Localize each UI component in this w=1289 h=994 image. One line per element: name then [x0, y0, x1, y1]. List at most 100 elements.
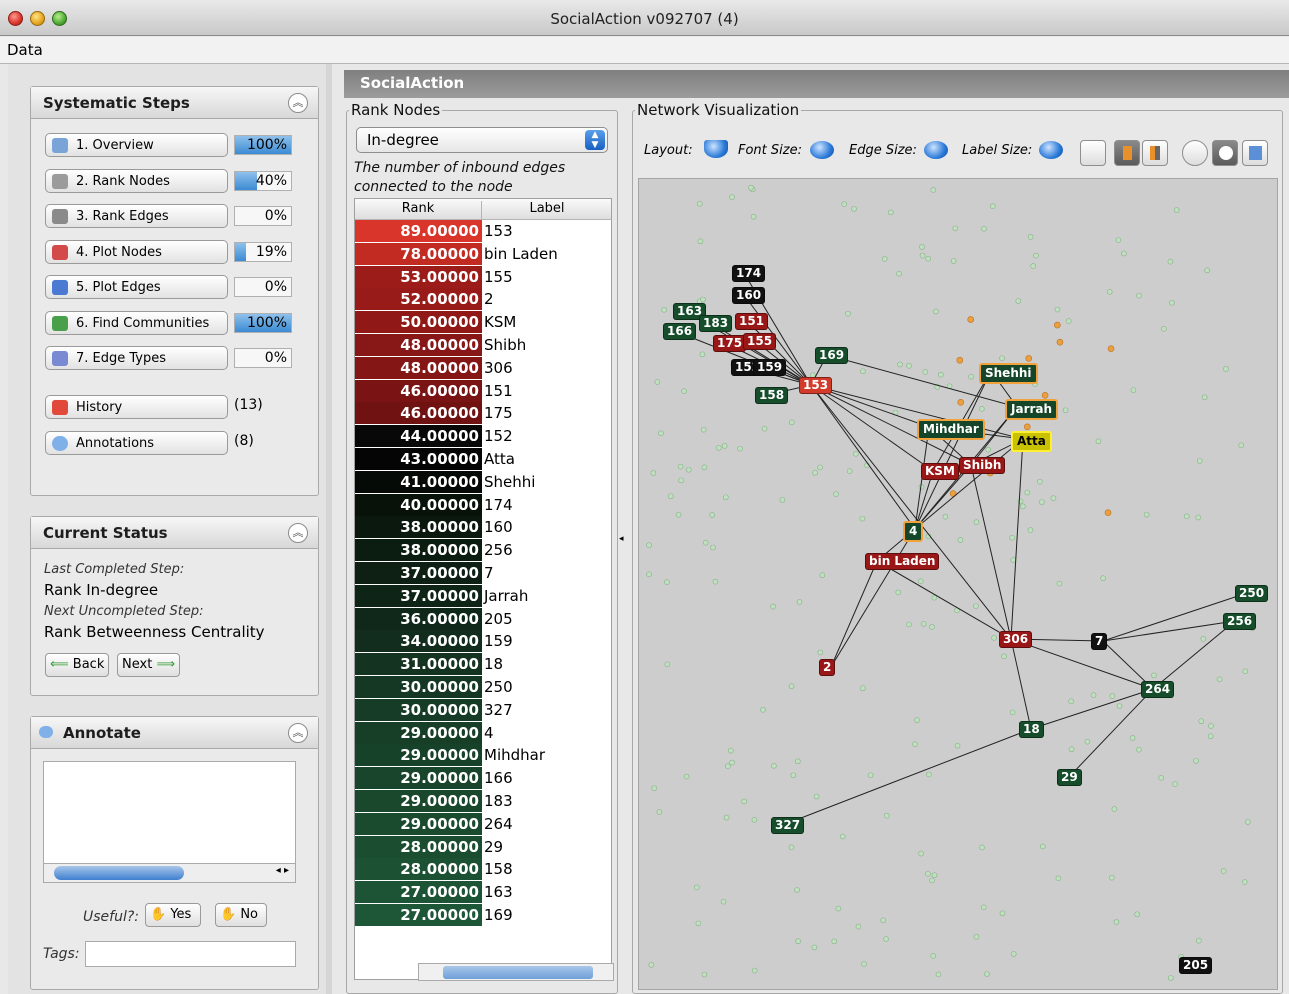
export-icon[interactable] [1242, 140, 1268, 166]
network-node-label[interactable]: 155 [743, 333, 777, 350]
annotations-button[interactable]: Annotations [45, 431, 228, 455]
network-node-dot [1033, 252, 1039, 259]
table-row[interactable]: 29.00000 264 [355, 812, 611, 836]
collapse-icon[interactable]: ︽ [288, 523, 308, 543]
network-node-label[interactable]: 183 [699, 315, 733, 332]
network-node-label[interactable]: 7 [1091, 633, 1108, 650]
tags-input[interactable] [85, 941, 296, 967]
table-row[interactable]: 31.00000 18 [355, 653, 611, 676]
table-row[interactable]: 48.00000 306 [355, 356, 611, 380]
annotation-scrollbar[interactable]: ◂ ▸ [43, 863, 296, 883]
orange-mode-icon[interactable] [1114, 140, 1140, 166]
step-button[interactable]: 4. Plot Nodes [45, 239, 228, 264]
table-row[interactable]: 89.00000 153 [355, 220, 611, 243]
edge-size-slider[interactable] [924, 141, 948, 159]
table-row[interactable]: 46.00000 151 [355, 379, 611, 403]
table-row[interactable]: 29.00000 4 [355, 721, 611, 745]
table-row[interactable]: 27.00000 169 [355, 903, 611, 927]
network-node-label[interactable]: 159 [753, 359, 787, 376]
network-node-label[interactable]: 169 [815, 347, 849, 364]
back-button[interactable]: ⟸ Back [45, 653, 110, 677]
table-row[interactable]: 30.00000 250 [355, 675, 611, 699]
col-label[interactable]: Label [483, 201, 611, 216]
pause-icon[interactable] [1212, 140, 1238, 166]
network-node-label[interactable]: KSM [921, 463, 959, 480]
collapse-arrow-icon[interactable]: ◂ [619, 534, 624, 544]
network-node-label[interactable]: 327 [771, 817, 805, 834]
network-node-label[interactable]: 306 [999, 631, 1033, 648]
table-row[interactable]: 27.00000 163 [355, 881, 611, 904]
network-node-label[interactable]: Shibh [959, 457, 1006, 474]
history-button[interactable]: History [45, 395, 228, 419]
step-button[interactable]: 6. Find Communities [45, 310, 228, 335]
step-button[interactable]: 5. Plot Edges [45, 275, 228, 299]
collapse-icon[interactable]: ︽ [288, 93, 308, 113]
network-node-dot [1090, 692, 1097, 698]
table-row[interactable]: 41.00000 Shehhi [355, 470, 611, 494]
network-node-label[interactable]: 151 [735, 313, 769, 330]
blank-page-icon[interactable] [1080, 140, 1106, 166]
network-node-label[interactable]: 18 [1019, 721, 1044, 738]
table-row[interactable]: 52.00000 2 [355, 288, 611, 311]
table-row[interactable]: 29.00000 166 [355, 767, 611, 790]
network-node-label[interactable]: 205 [1179, 957, 1213, 974]
network-node-label[interactable]: 158 [755, 387, 789, 404]
no-button[interactable]: ✋ No [215, 903, 267, 927]
network-node-label[interactable]: Jarrah [1005, 399, 1059, 420]
network-node-label[interactable]: Shehhi [979, 363, 1038, 384]
network-node-label[interactable]: 250 [1235, 585, 1269, 602]
table-row[interactable]: 78.00000 bin Laden [355, 242, 611, 266]
network-node-label[interactable]: Atta [1011, 431, 1052, 452]
network-node-label[interactable]: 4 [903, 521, 924, 542]
yes-button[interactable]: ✋ Yes [145, 903, 201, 927]
table-row[interactable]: 48.00000 Shibh [355, 333, 611, 357]
network-node-label[interactable]: 29 [1057, 769, 1082, 786]
font-size-slider[interactable] [810, 141, 834, 159]
step-button[interactable]: 2. Rank Nodes [45, 168, 228, 193]
play-icon[interactable] [1182, 140, 1208, 166]
table-row[interactable]: 43.00000 Atta [355, 447, 611, 471]
table-horizontal-scrollbar[interactable] [418, 963, 614, 981]
network-node-label[interactable]: 174 [732, 265, 766, 282]
table-row[interactable]: 30.00000 327 [355, 698, 611, 722]
table-row[interactable]: 46.00000 175 [355, 402, 611, 425]
network-node-dot [1030, 263, 1036, 269]
table-row[interactable]: 50.00000 KSM [355, 311, 611, 334]
step-button[interactable]: 3. Rank Edges [45, 204, 228, 228]
table-row[interactable]: 37.00000 Jarrah [355, 584, 611, 608]
rank-metric-select[interactable]: In-degree ▲ ▼ [356, 127, 608, 153]
table-row[interactable]: 28.00000 29 [355, 835, 611, 859]
col-rank[interactable]: Rank [355, 201, 482, 220]
layout-slider[interactable] [704, 140, 728, 158]
label-size-slider[interactable] [1039, 141, 1063, 159]
table-row[interactable]: 38.00000 256 [355, 539, 611, 562]
network-node-label[interactable]: 160 [732, 287, 766, 304]
menu-data[interactable]: Data [7, 41, 43, 59]
network-node-label[interactable]: Mihdhar [917, 419, 985, 440]
step-button[interactable]: 7. Edge Types [45, 346, 228, 370]
network-canvas[interactable]: 174 160 163 183 151 166 175 155 152 159 169 153 158 S… [638, 178, 1278, 990]
network-node-label[interactable]: 2 [819, 659, 836, 676]
table-row[interactable]: 38.00000 160 [355, 516, 611, 539]
network-node-label[interactable]: 264 [1141, 681, 1175, 698]
network-node-label[interactable]: 166 [663, 323, 697, 340]
table-row[interactable]: 36.00000 205 [355, 607, 611, 631]
table-row[interactable]: 40.00000 174 [355, 493, 611, 517]
network-node-label[interactable]: bin Laden [865, 553, 940, 570]
next-button[interactable]: Next ⟹ [117, 653, 181, 677]
split-mode-icon[interactable] [1142, 140, 1168, 166]
network-node-label[interactable]: 175 [713, 335, 747, 352]
table-row[interactable]: 28.00000 158 [355, 858, 611, 881]
step-progress: 0% [234, 277, 292, 297]
table-row[interactable]: 29.00000 183 [355, 789, 611, 813]
table-row[interactable]: 29.00000 Mihdhar [355, 744, 611, 767]
collapse-icon[interactable]: ︽ [288, 723, 308, 743]
network-node-label[interactable]: 256 [1223, 613, 1257, 630]
table-row[interactable]: 53.00000 155 [355, 265, 611, 289]
table-row[interactable]: 34.00000 159 [355, 630, 611, 653]
table-row[interactable]: 37.00000 7 [355, 561, 611, 585]
network-node-dot [1054, 321, 1061, 329]
step-button[interactable]: 1. Overview [45, 133, 228, 157]
network-node-label[interactable]: 153 [799, 377, 833, 394]
table-row[interactable]: 44.00000 152 [355, 425, 611, 448]
